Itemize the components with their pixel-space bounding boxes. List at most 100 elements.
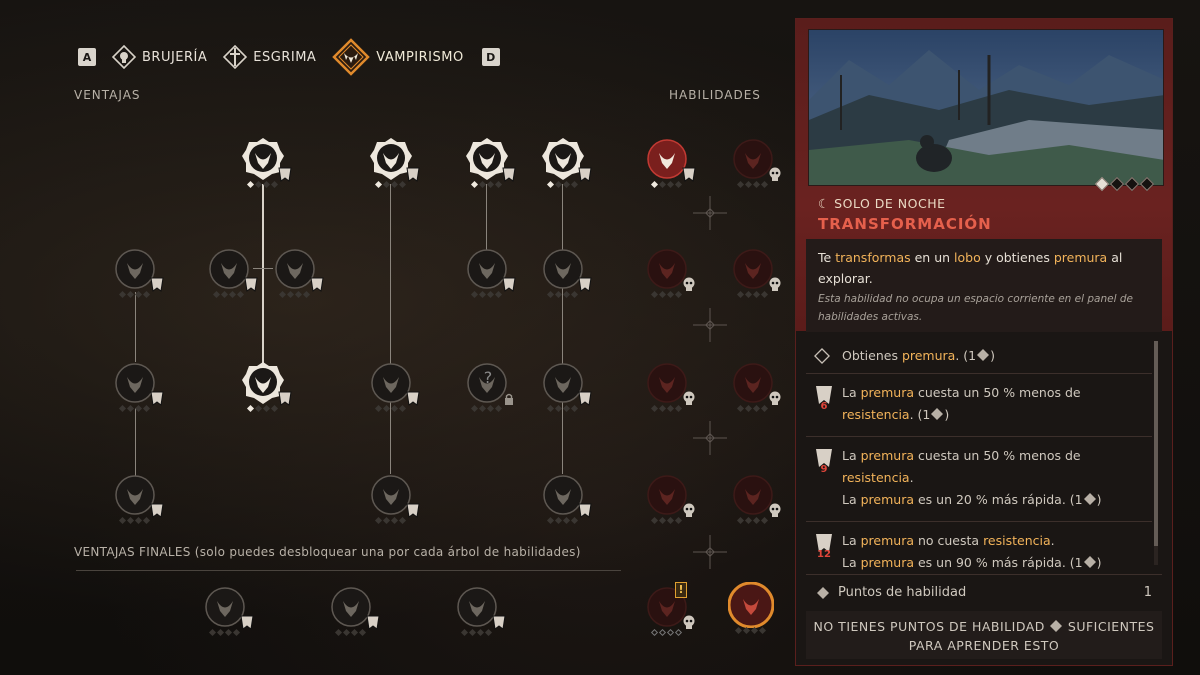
- perk-node[interactable]: [112, 472, 164, 525]
- rank-pip: [666, 290, 675, 299]
- rank-pip: [734, 626, 743, 635]
- perk-node[interactable]: [272, 246, 324, 299]
- rank-pip: [744, 290, 753, 299]
- rank-pip: [744, 180, 753, 189]
- fang-badge-icon: [150, 277, 164, 292]
- rank-pip: [546, 180, 555, 189]
- perk-node[interactable]: [368, 472, 420, 525]
- rank-pip: [760, 290, 769, 299]
- rank-pip: [254, 404, 263, 413]
- node-rank-pips: [736, 290, 769, 299]
- node-rank-pips: [278, 290, 311, 299]
- node-rank-pips: [650, 290, 683, 299]
- rank-pip: [494, 290, 503, 299]
- skill-detail-panel: ☾ SOLO DE NOCHE TRANSFORMACIÓN Te transf…: [795, 18, 1173, 666]
- node-rank-pips: [470, 180, 503, 189]
- upgrade-list-scrollbar[interactable]: [1154, 341, 1158, 565]
- fang-badge-icon: [502, 167, 516, 182]
- rank-pip: [246, 180, 255, 189]
- node-rank-pips: [736, 516, 769, 525]
- rank-pip: [382, 404, 391, 413]
- scrollbar-thumb[interactable]: [1154, 341, 1158, 546]
- rank-pip: [134, 516, 143, 525]
- rank-pip: [294, 290, 303, 299]
- fang-badge-icon: [502, 277, 516, 292]
- ability-node[interactable]: [730, 360, 781, 413]
- fang-badge-icon: [578, 503, 592, 518]
- ventajas-finales-heading: VENTAJAS FINALES (solo puedes desbloquea…: [74, 545, 581, 559]
- final-perk-node[interactable]: [328, 584, 380, 637]
- rank-pip: [666, 628, 675, 637]
- rank-pip: [134, 404, 143, 413]
- tab-vampirismo[interactable]: VAMPIRISMO: [332, 38, 463, 76]
- skill-preview-image: [808, 29, 1164, 186]
- rank-pip: [232, 628, 241, 637]
- perk-node[interactable]: [206, 246, 258, 299]
- perk-node[interactable]: [368, 360, 420, 413]
- final-perk-node[interactable]: [454, 584, 506, 637]
- skill-description: Te transformas en un lobo y obtienes pre…: [818, 250, 1123, 286]
- rank-pip: [486, 404, 495, 413]
- node-rank-pips: [246, 180, 279, 189]
- rank-pip: [470, 404, 479, 413]
- node-rank-pips: [650, 516, 683, 525]
- rank-pip: [736, 404, 745, 413]
- ability-node[interactable]: [644, 360, 695, 413]
- prev-tab-key[interactable]: A: [78, 48, 96, 66]
- rank-pip: [270, 180, 279, 189]
- tab-esgrima[interactable]: ESGRIMA: [223, 45, 316, 69]
- perk-node[interactable]: [540, 472, 592, 525]
- ability-node[interactable]: [730, 472, 781, 525]
- perk-node[interactable]: [112, 246, 164, 299]
- slot-cross-icon: [693, 421, 727, 455]
- perk-node[interactable]: [368, 136, 420, 189]
- skill-note: Esta habilidad no ocupa un espacio corri…: [818, 293, 1133, 323]
- ability-node-transformation[interactable]: [727, 581, 775, 635]
- perk-node[interactable]: [540, 246, 592, 299]
- game-screen: A BRUJERÍA ESGRIMA VAMPIRISMO D VENTAJAS…: [0, 0, 1200, 675]
- skill-description-box: Te transformas en un lobo y obtienes pre…: [806, 239, 1162, 332]
- ability-node[interactable]: [730, 246, 781, 299]
- node-rank-pips: [470, 404, 503, 413]
- habilidades-heading: HABILIDADES: [669, 88, 761, 102]
- final-perk-node[interactable]: [202, 584, 254, 637]
- ability-node[interactable]: [644, 136, 696, 189]
- next-tab-key[interactable]: D: [481, 48, 500, 66]
- perk-node[interactable]: [464, 136, 516, 189]
- tab-brujeria[interactable]: BRUJERÍA: [112, 45, 207, 69]
- rank-pip: [142, 290, 151, 299]
- ability-node[interactable]: [644, 472, 695, 525]
- rank-pip: [736, 516, 745, 525]
- rank-pip: [666, 516, 675, 525]
- rank-pip: [254, 180, 263, 189]
- rank-pip: [760, 404, 769, 413]
- fang-badge-icon: [578, 277, 592, 292]
- rank-pip: [1094, 176, 1110, 192]
- witchcraft-icon: [112, 45, 136, 69]
- perk-node[interactable]: [464, 246, 516, 299]
- perk-node[interactable]: [540, 136, 592, 189]
- rank-pip: [674, 404, 683, 413]
- rank-pip: [570, 180, 579, 189]
- ability-node[interactable]: [730, 136, 781, 189]
- rank-pip: [212, 290, 221, 299]
- rank-pip: [484, 628, 493, 637]
- skull-icon: [769, 391, 781, 405]
- rank-pip: [494, 180, 503, 189]
- perk-node[interactable]: [240, 360, 292, 413]
- rank-pip: [374, 404, 383, 413]
- tab-label: ESGRIMA: [253, 49, 317, 65]
- rank-pip: [666, 404, 675, 413]
- rank-pip: [570, 404, 579, 413]
- perk-node[interactable]: [540, 360, 592, 413]
- rank-pip: [752, 180, 761, 189]
- rank-pip: [476, 628, 485, 637]
- perk-node[interactable]: [112, 360, 164, 413]
- perk-node[interactable]: [240, 136, 292, 189]
- ability-node[interactable]: [644, 246, 695, 299]
- rank-indicator: [1094, 176, 1155, 192]
- rank-pip: [486, 180, 495, 189]
- rank-pip: [142, 516, 151, 525]
- rank-pip: [554, 290, 563, 299]
- tree-connector: [486, 184, 487, 254]
